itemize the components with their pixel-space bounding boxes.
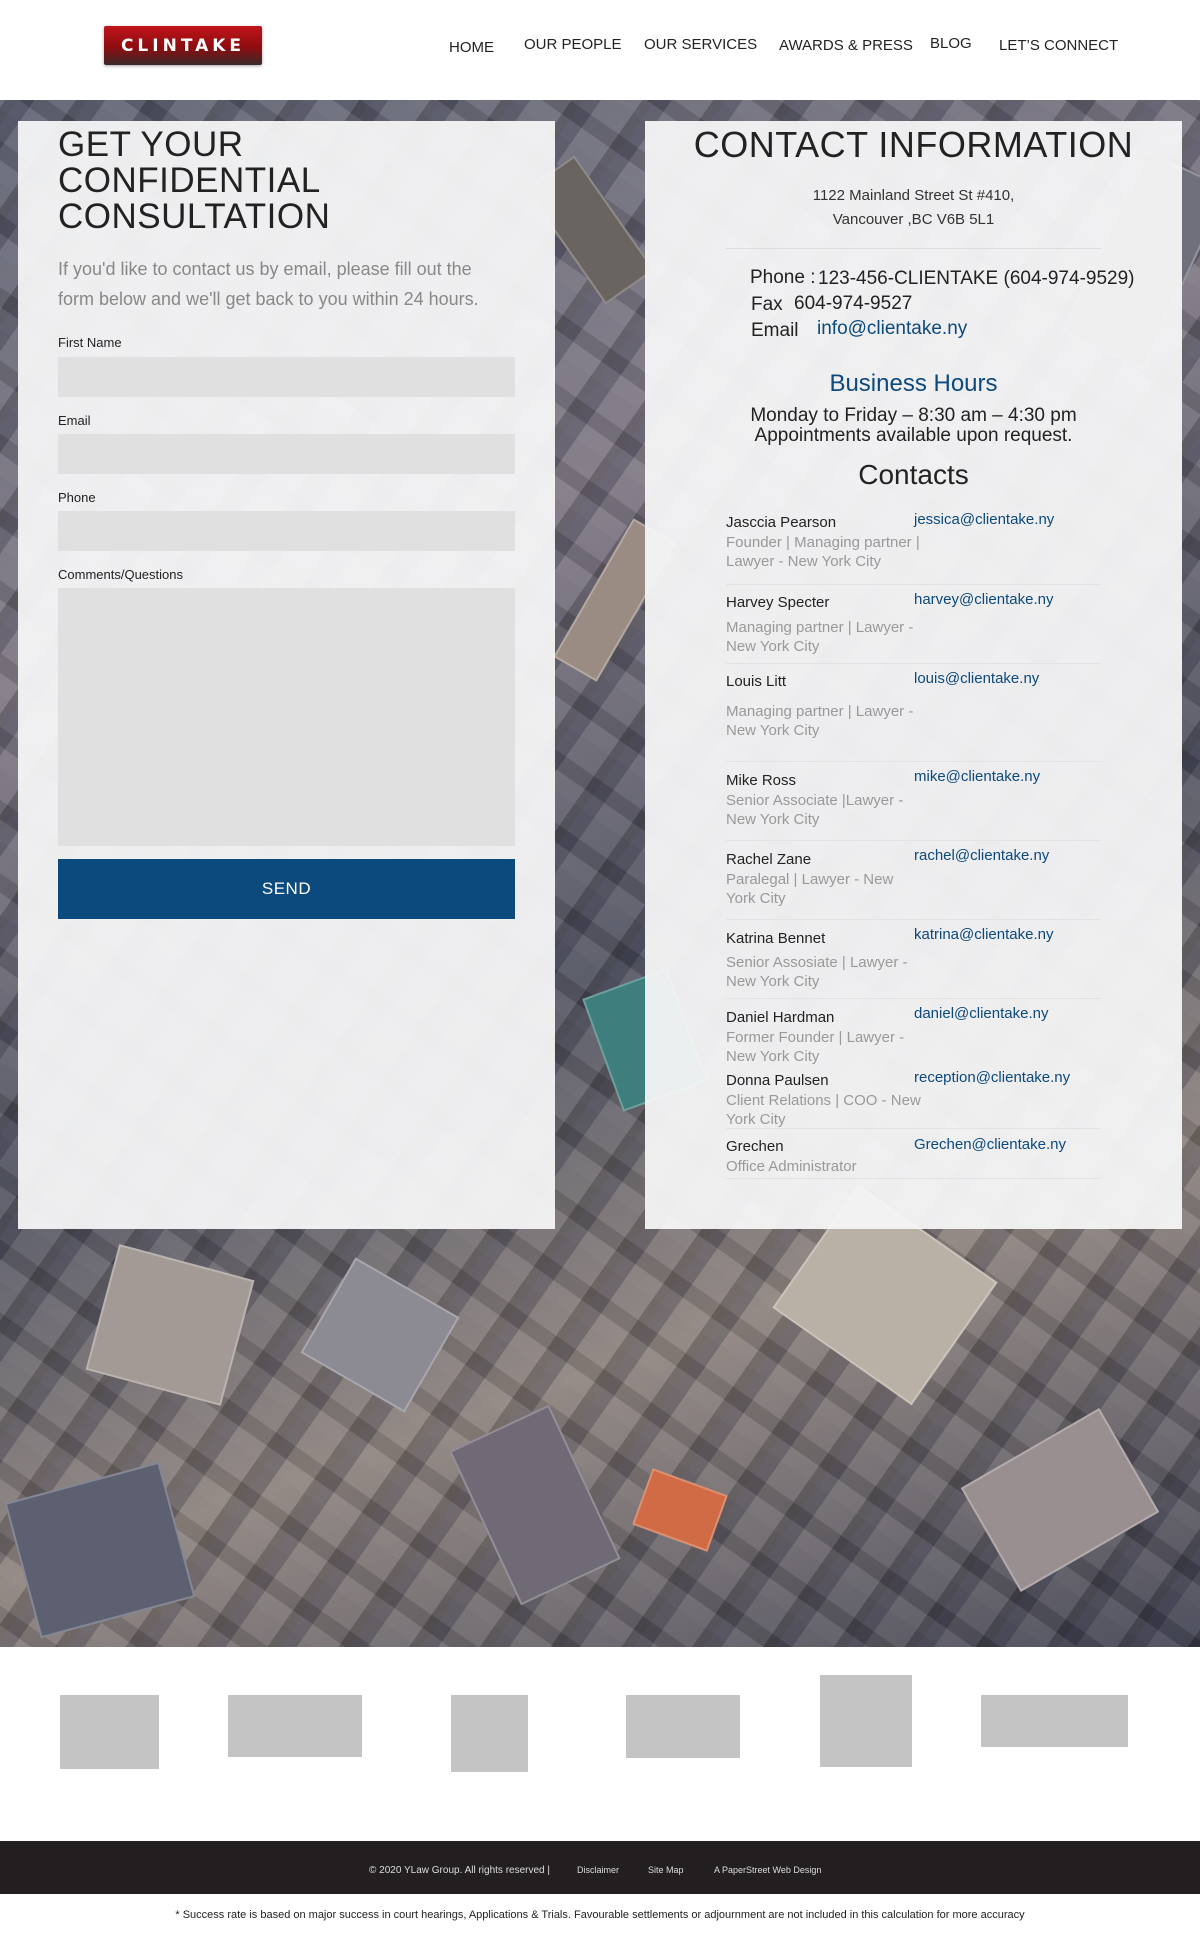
- web-design-credit-link[interactable]: A PaperStreet Web Design: [714, 1865, 821, 1875]
- nav-lets-connect[interactable]: LET’S CONNECT: [999, 37, 1118, 57]
- info-email-link[interactable]: info@clientake.ny: [817, 318, 967, 340]
- business-hours-line: Monday to Friday – 8:30 am – 4:30 pm: [750, 405, 1077, 426]
- address-line: Vancouver ,BC V6B 5L1: [832, 211, 995, 228]
- site-map-link[interactable]: Site Map: [648, 1865, 684, 1875]
- contact-row: Rachel Zane Paralegal | Lawyer - New Yor…: [726, 841, 1101, 920]
- comments-field[interactable]: [58, 588, 515, 846]
- contact-name: Rachel Zane: [726, 851, 812, 868]
- contact-row: Jasccia Pearson Founder | Managing partn…: [726, 509, 1101, 585]
- consultation-form-panel: GET YOUR CONFIDENTIAL CONSULTATION If yo…: [18, 121, 555, 1229]
- form-title: GET YOUR CONFIDENTIAL CONSULTATION: [58, 127, 330, 235]
- fax-label: Fax: [751, 294, 783, 315]
- phone-field[interactable]: [58, 511, 515, 551]
- contact-info-title: CONTACT INFORMATION: [693, 124, 1134, 165]
- partner-logo-placeholder[interactable]: [60, 1695, 159, 1769]
- contact-name: Louis Litt: [726, 673, 787, 690]
- contact-name: Jasccia Pearson: [726, 514, 837, 531]
- phone-label: Phone :: [750, 267, 816, 288]
- contact-row: Daniel Hardman Former Founder | Lawyer -…: [726, 999, 1101, 1065]
- contact-email-link[interactable]: louis@clientake.ny: [914, 670, 1039, 687]
- contact-email-link[interactable]: mike@clientake.ny: [914, 768, 1040, 785]
- contact-email-link[interactable]: jessica@clientake.ny: [914, 511, 1054, 528]
- nav-our-services[interactable]: OUR SERVICES: [644, 36, 757, 56]
- contacts-title: Contacts: [858, 459, 969, 490]
- contact-name: Mike Ross: [726, 772, 797, 789]
- building-shape: [449, 1404, 621, 1606]
- form-title-line: CONFIDENTIAL: [58, 161, 321, 200]
- site-footer: © 2020 YLaw Group. All rights reserved |…: [0, 1841, 1200, 1894]
- partner-logo-placeholder[interactable]: [228, 1695, 362, 1757]
- disclaimer-link[interactable]: Disclaimer: [577, 1865, 619, 1875]
- contact-email-link[interactable]: reception@clientake.ny: [914, 1069, 1070, 1086]
- contact-email-link[interactable]: Grechen@clientake.ny: [914, 1136, 1066, 1153]
- contact-row: Mike Ross Senior Associate |Lawyer - New…: [726, 762, 1101, 841]
- partner-logos-strip: [0, 1647, 1200, 1841]
- contact-role: Paralegal | Lawyer - New York City: [726, 871, 894, 907]
- partner-logo-placeholder[interactable]: [820, 1675, 912, 1767]
- nav-home[interactable]: HOME: [449, 39, 494, 59]
- building-shape: [632, 1468, 728, 1552]
- success-rate-disclaimer: * Success rate is based on major success…: [175, 1909, 1025, 1921]
- contact-name: Katrina Bennet: [726, 930, 826, 947]
- email-label: Email: [58, 413, 91, 428]
- business-hours-title: Business Hours: [829, 370, 998, 397]
- form-title-line: GET YOUR: [58, 125, 244, 164]
- building-shape: [960, 1408, 1160, 1592]
- copyright-text: © 2020 YLaw Group. All rights reserved |: [369, 1865, 550, 1876]
- nav-awards-press[interactable]: AWARDS & PRESS: [779, 37, 913, 57]
- office-address: 1122 Mainland Street St #410, Vancouver …: [645, 184, 1182, 232]
- contact-role: Founder | Managing partner | Lawyer - Ne…: [726, 534, 920, 570]
- send-button[interactable]: SEND: [58, 859, 515, 919]
- business-hours-line: Appointments available upon request.: [754, 425, 1073, 446]
- contact-email-link[interactable]: harvey@clientake.ny: [914, 591, 1053, 608]
- contact-email-link[interactable]: katrina@clientake.ny: [914, 926, 1053, 943]
- contact-role: Managing partner | Lawyer - New York Cit…: [726, 703, 914, 739]
- contact-role: Managing partner | Lawyer - New York Cit…: [726, 619, 914, 655]
- comments-label: Comments/Questions: [58, 567, 183, 582]
- email-field[interactable]: [58, 434, 515, 474]
- contact-row: Katrina Bennet Senior Assosiate | Lawyer…: [726, 920, 1101, 999]
- contact-info-panel: CONTACT INFORMATION 1122 Mainland Street…: [645, 121, 1182, 1229]
- contact-name: Daniel Hardman: [726, 1009, 835, 1026]
- contact-row: Donna Paulsen Client Relations | COO - N…: [726, 1063, 1101, 1129]
- form-title-line: CONSULTATION: [58, 197, 331, 236]
- first-name-label: First Name: [58, 335, 122, 350]
- email-label: Email: [751, 320, 799, 341]
- building-shape: [4, 1461, 196, 1639]
- nav-blog[interactable]: BLOG: [930, 35, 972, 55]
- first-name-field[interactable]: [58, 357, 515, 397]
- contact-name: Donna Paulsen: [726, 1072, 829, 1089]
- contact-email-link[interactable]: daniel@clientake.ny: [914, 1005, 1048, 1022]
- contact-row: Harvey Specter Managing partner | Lawyer…: [726, 585, 1101, 664]
- contact-row: Grechen Office Administrator Grechen@cli…: [726, 1129, 1101, 1179]
- nav-our-people[interactable]: OUR PEOPLE: [524, 36, 622, 56]
- contact-email-link[interactable]: rachel@clientake.ny: [914, 847, 1049, 864]
- partner-logo-placeholder[interactable]: [626, 1695, 740, 1758]
- partner-logo-placeholder[interactable]: [981, 1695, 1128, 1747]
- contact-name: Harvey Specter: [726, 594, 830, 611]
- building-shape: [300, 1257, 460, 1413]
- contact-role: Former Founder | Lawyer - New York City: [726, 1029, 905, 1065]
- clintake-logo[interactable]: CLINTAKE: [104, 26, 262, 65]
- fax-number: 604-974-9527: [794, 293, 913, 314]
- logo-text: CLINTAKE: [120, 35, 246, 56]
- contact-role: Client Relations | COO - New York City: [726, 1092, 921, 1128]
- building-shape: [85, 1244, 255, 1406]
- address-line: 1122 Mainland Street St #410,: [812, 187, 1015, 204]
- contact-role: Senior Associate |Lawyer - New York City: [726, 792, 904, 828]
- contact-row: Louis Litt Managing partner | Lawyer - N…: [726, 664, 1101, 762]
- divider: [726, 248, 1101, 249]
- contact-name: Grechen: [726, 1138, 784, 1155]
- contact-role: Office Administrator: [726, 1158, 857, 1175]
- phone-label: Phone: [58, 490, 96, 505]
- form-intro-text: If you'd like to contact us by email, pl…: [58, 259, 479, 309]
- contact-role: Senior Assosiate | Lawyer - New York Cit…: [726, 954, 908, 990]
- phone-number-link[interactable]: 123-456-CLIENTAKE (604-974-9529): [818, 268, 1135, 290]
- partner-logo-placeholder[interactable]: [451, 1695, 528, 1772]
- site-header: CLINTAKE HOME OUR PEOPLE OUR SERVICES AW…: [0, 0, 1200, 100]
